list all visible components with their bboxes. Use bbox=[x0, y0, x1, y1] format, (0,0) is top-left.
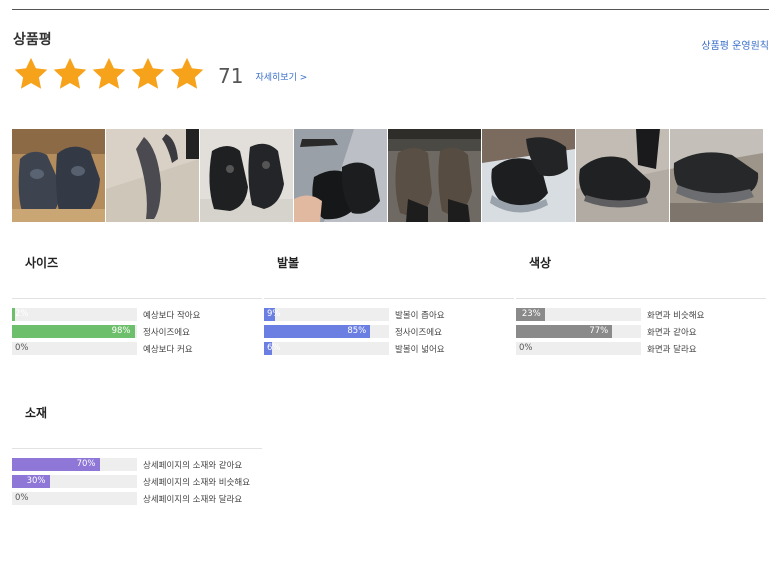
survey-option-label: 화면과 같아요 bbox=[647, 327, 697, 338]
percent-value: 85% bbox=[347, 326, 367, 336]
section-title: 색상 bbox=[529, 256, 552, 270]
percent-bar: 0% bbox=[12, 492, 137, 505]
survey-option-label: 예상보다 커요 bbox=[143, 344, 193, 355]
review-photo-8[interactable] bbox=[670, 129, 763, 222]
review-photo-5[interactable] bbox=[388, 129, 481, 222]
percent-value: 0% bbox=[15, 343, 29, 353]
survey-row: 77% 화면과 같아요 bbox=[516, 325, 766, 338]
rating-summary: 71 자세히보기 > bbox=[12, 55, 307, 93]
section-width: 발볼 9% 발볼이 좁아요 85% 정사이즈에요 6% 발볼이 넓어요 bbox=[264, 254, 514, 359]
survey-option-label: 발볼이 넓어요 bbox=[395, 344, 445, 355]
section-divider bbox=[12, 298, 262, 299]
survey-row: 0% 상세페이지의 소재와 달라요 bbox=[12, 492, 262, 505]
survey-row: 2% 예상보다 작아요 bbox=[12, 308, 262, 321]
survey-row: 98% 정사이즈에요 bbox=[12, 325, 262, 338]
survey-option-label: 화면과 비슷해요 bbox=[647, 310, 705, 321]
section-size: 사이즈 2% 예상보다 작아요 98% 정사이즈에요 0% 예상보다 커요 bbox=[12, 254, 262, 359]
review-photo-2[interactable] bbox=[106, 129, 199, 222]
percent-value: 77% bbox=[589, 326, 609, 336]
survey-row: 85% 정사이즈에요 bbox=[264, 325, 514, 338]
survey-option-label: 예상보다 작아요 bbox=[143, 310, 201, 321]
survey-option-label: 정사이즈에요 bbox=[143, 327, 190, 338]
percent-value: 6% bbox=[267, 343, 281, 353]
section-color: 색상 23% 화면과 비슷해요 77% 화면과 같아요 0% 화면과 달라요 bbox=[516, 254, 766, 359]
star-icon bbox=[51, 55, 89, 93]
survey-row: 70% 상세페이지의 소재와 같아요 bbox=[12, 458, 262, 471]
percent-bar: 0% bbox=[12, 342, 137, 355]
percent-bar: 30% bbox=[12, 475, 137, 488]
star-rating bbox=[12, 55, 207, 93]
percent-value: 70% bbox=[76, 459, 96, 469]
review-photo-7[interactable] bbox=[576, 129, 669, 222]
survey-option-label: 화면과 달라요 bbox=[647, 344, 697, 355]
review-count: 71 bbox=[218, 64, 244, 88]
star-icon bbox=[90, 55, 128, 93]
star-icon bbox=[12, 55, 50, 93]
survey-option-label: 상세페이지의 소재와 같아요 bbox=[143, 460, 243, 471]
section-title: 소재 bbox=[25, 406, 48, 420]
percent-value: 2% bbox=[15, 309, 29, 319]
survey-row: 0% 화면과 달라요 bbox=[516, 342, 766, 355]
percent-bar: 9% bbox=[264, 308, 389, 321]
section-divider bbox=[264, 298, 514, 299]
survey-row: 23% 화면과 비슷해요 bbox=[516, 308, 766, 321]
percent-value: 0% bbox=[15, 493, 29, 503]
review-photo-3[interactable] bbox=[200, 129, 293, 222]
percent-value: 9% bbox=[267, 309, 281, 319]
percent-bar: 2% bbox=[12, 308, 137, 321]
survey-row: 0% 예상보다 커요 bbox=[12, 342, 262, 355]
percent-value: 23% bbox=[521, 309, 541, 319]
review-photo-6[interactable] bbox=[482, 129, 575, 222]
percent-value: 30% bbox=[26, 476, 46, 486]
percent-value: 0% bbox=[519, 343, 533, 353]
star-icon bbox=[168, 55, 206, 93]
percent-bar: 23% bbox=[516, 308, 641, 321]
top-divider bbox=[12, 9, 769, 10]
percent-bar: 0% bbox=[516, 342, 641, 355]
percent-value: 98% bbox=[111, 326, 131, 336]
percent-bar: 98% bbox=[12, 325, 137, 338]
percent-bar: 77% bbox=[516, 325, 641, 338]
percent-bar: 70% bbox=[12, 458, 137, 471]
star-icon bbox=[129, 55, 167, 93]
survey-option-label: 상세페이지의 소재와 비슷해요 bbox=[143, 477, 251, 488]
survey-row: 9% 발볼이 좁아요 bbox=[264, 308, 514, 321]
survey-option-label: 정사이즈에요 bbox=[395, 327, 442, 338]
survey-option-label: 상세페이지의 소재와 달라요 bbox=[143, 494, 243, 505]
percent-bar: 85% bbox=[264, 325, 389, 338]
survey-option-label: 발볼이 좁아요 bbox=[395, 310, 445, 321]
review-photo-4[interactable] bbox=[294, 129, 387, 222]
page-title: 상품평 bbox=[13, 32, 52, 48]
survey-row: 6% 발볼이 넓어요 bbox=[264, 342, 514, 355]
section-divider bbox=[516, 298, 766, 299]
section-divider bbox=[12, 448, 262, 449]
review-photo-strip bbox=[12, 129, 763, 222]
details-link[interactable]: 자세히보기 > bbox=[255, 70, 307, 83]
section-material: 소재 70% 상세페이지의 소재와 같아요 30% 상세페이지의 소재와 비슷해요 0% 상… bbox=[12, 404, 262, 509]
section-title: 사이즈 bbox=[25, 256, 59, 270]
review-photo-1[interactable] bbox=[12, 129, 105, 222]
survey-row: 30% 상세페이지의 소재와 비슷해요 bbox=[12, 475, 262, 488]
section-title: 발볼 bbox=[277, 256, 300, 270]
review-policy-link[interactable]: 상품평 운영원칙 bbox=[701, 37, 769, 52]
percent-bar: 6% bbox=[264, 342, 389, 355]
